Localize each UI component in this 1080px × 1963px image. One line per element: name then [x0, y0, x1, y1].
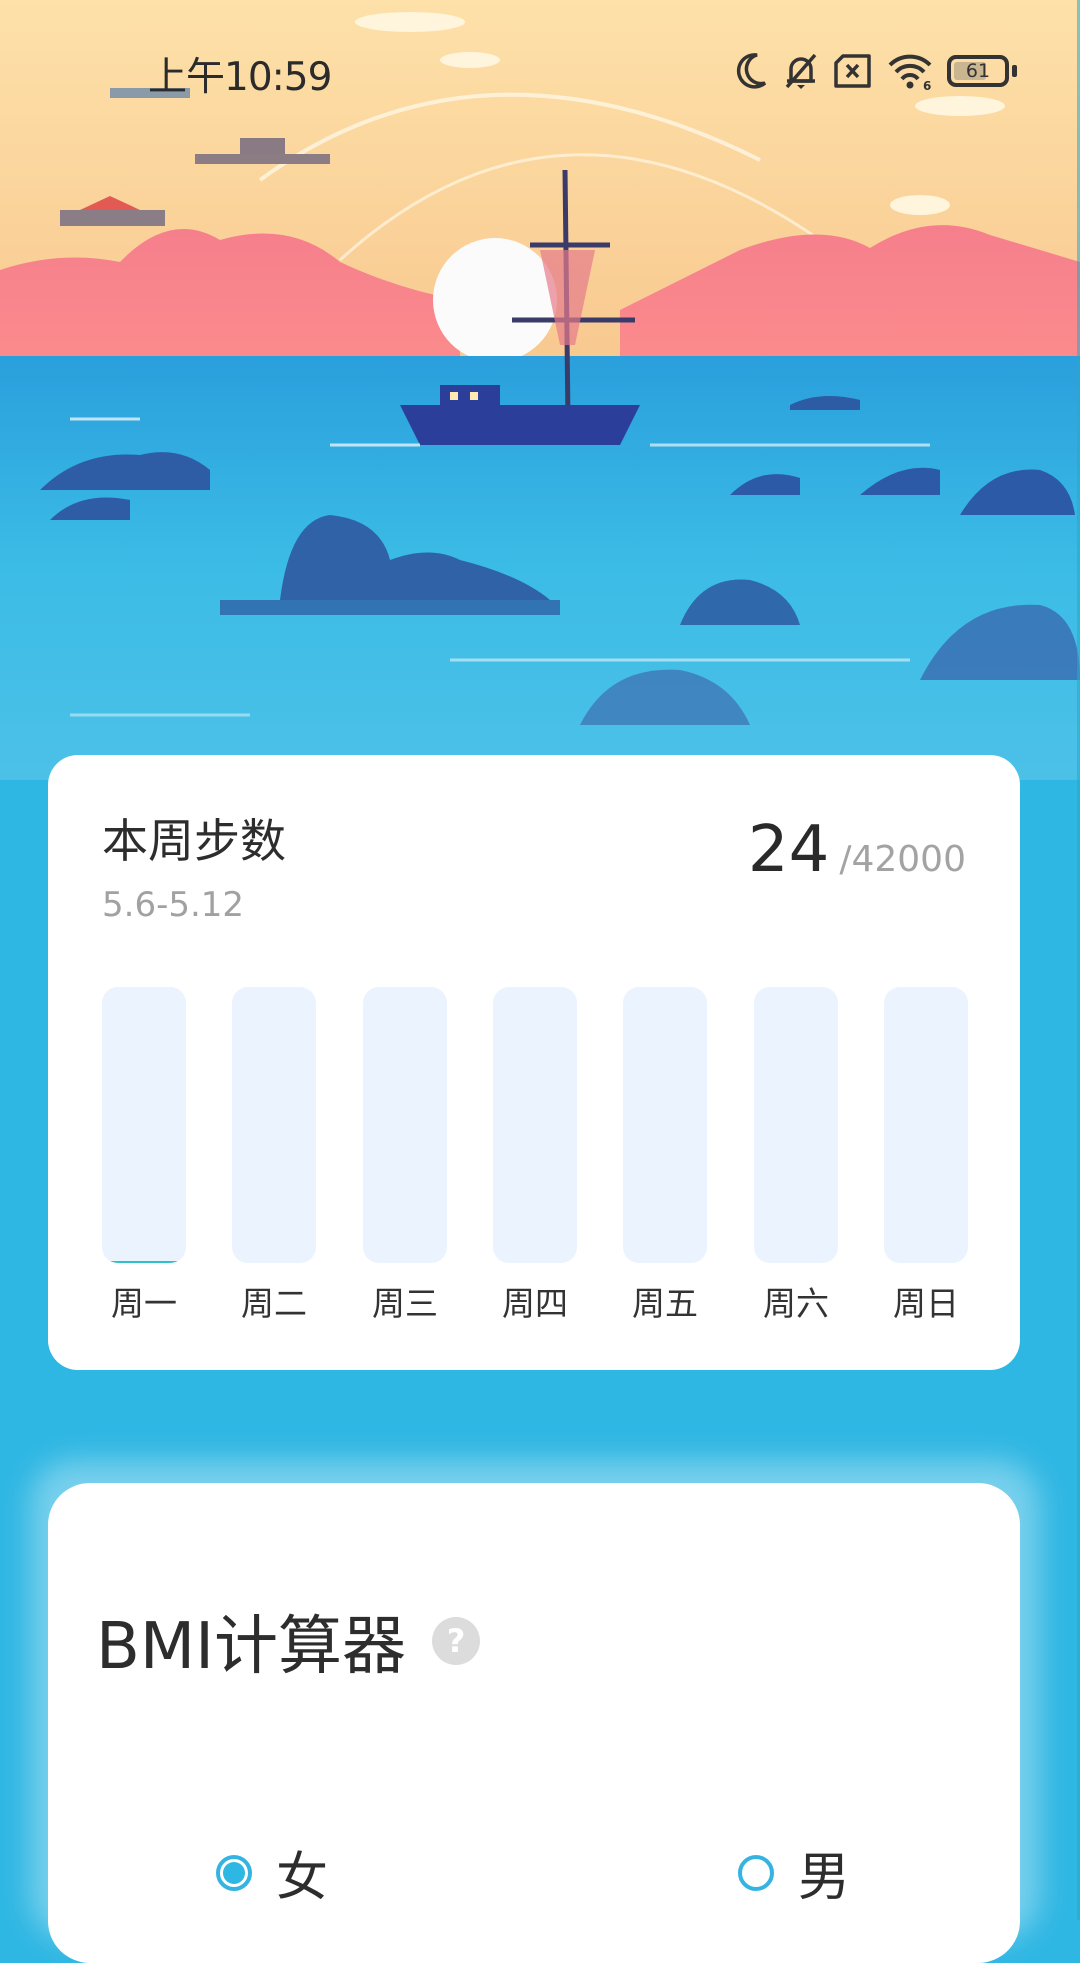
gender-selector: 女 男: [48, 1835, 1020, 1915]
status-time: 上午10:59: [148, 55, 332, 100]
steps-current-value: 24: [747, 813, 830, 887]
bar-label-1: 周一: [111, 1284, 177, 1323]
gender-option-male[interactable]: 男: [738, 1835, 850, 1910]
bmi-title-text: BMI计算器: [96, 1610, 406, 1684]
battery-level: 61: [965, 60, 991, 82]
radio-female[interactable]: [216, 1854, 252, 1891]
bar-track-5[interactable]: [623, 987, 707, 1263]
bar-track-1[interactable]: [102, 987, 186, 1263]
radio-male[interactable]: [738, 1854, 774, 1891]
gender-label-male: 男: [798, 1848, 851, 1908]
bmi-title: BMI计算器 ?: [96, 1595, 480, 1687]
battery-icon: 61: [947, 55, 1009, 87]
bar-track-6[interactable]: [754, 987, 838, 1263]
steps-count: 24 /42000: [748, 813, 966, 887]
bmi-calculator-card: BMI计算器 ? 女 男: [48, 1483, 1020, 1963]
steps-date-range: 5.6-5.12: [102, 885, 245, 925]
radio-selected-dot: [223, 1861, 245, 1884]
bar-track-3[interactable]: [363, 987, 447, 1263]
bar-fill-1: [102, 1261, 186, 1263]
steps-card-title: 本周步数: [102, 814, 286, 868]
gender-label-female: 女: [276, 1848, 329, 1908]
bar-label-7: 周日: [893, 1284, 959, 1323]
weekly-steps-chart: 周一 周二 周三 周四 周五 周六 周日: [102, 987, 968, 1357]
gender-option-female[interactable]: 女: [216, 1835, 328, 1910]
bar-label-4: 周四: [502, 1284, 568, 1323]
bar-track-4[interactable]: [493, 987, 577, 1263]
help-circle-icon[interactable]: ?: [432, 1617, 480, 1665]
steps-goal: /42000: [839, 839, 966, 880]
bar-track-7[interactable]: [884, 987, 968, 1263]
bell-off-icon: [783, 51, 819, 91]
weekly-steps-card[interactable]: 本周步数 5.6-5.12 24 /42000 周一 周二 周三 周四 周五 周六 周日: [48, 755, 1020, 1370]
bar-label-5: 周五: [632, 1284, 698, 1323]
status-bar: 上午10:59 6 61: [0, 0, 1080, 140]
bar-label-3: 周三: [372, 1284, 438, 1323]
svg-text:6: 6: [923, 79, 931, 91]
bar-label-2: 周二: [241, 1284, 307, 1323]
bar-label-6: 周六: [763, 1284, 829, 1323]
status-icons: 6 61: [735, 50, 1017, 92]
bar-track-2[interactable]: [232, 987, 316, 1263]
moon-icon: [735, 51, 769, 91]
sim-off-icon: [833, 53, 873, 89]
wifi-icon: 6: [887, 51, 933, 91]
battery-cap: [1012, 65, 1017, 77]
